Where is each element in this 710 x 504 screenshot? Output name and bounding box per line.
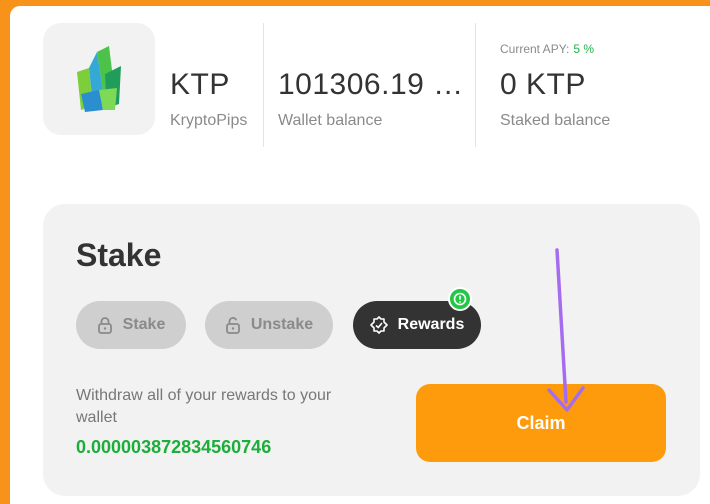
alert-icon xyxy=(453,292,467,306)
divider xyxy=(263,23,264,147)
green-crystal-icon xyxy=(77,46,121,112)
claim-button-label: Claim xyxy=(516,412,566,433)
wallet-balance-label: Wallet balance xyxy=(278,112,383,129)
page: KTP KryptoPips 101306.19 … Wallet balanc… xyxy=(10,6,710,504)
tab-unstake[interactable]: Unstake xyxy=(205,301,333,349)
unlock-icon xyxy=(225,317,240,334)
tab-unstake-label: Unstake xyxy=(250,316,314,333)
wallet-balance: 101306.19 … Wallet balance xyxy=(278,68,464,130)
reward-amount: 0.000003872834560746 xyxy=(76,437,272,457)
rewards-description: Withdraw all of your rewards to your wal… xyxy=(76,387,332,426)
token-name: KryptoPips xyxy=(170,112,248,129)
staked-balance: 0 KTP Staked balance xyxy=(500,68,610,130)
token-info: KTP KryptoPips xyxy=(170,68,247,130)
tab-stake[interactable]: Stake xyxy=(76,301,186,349)
apy-value: 5 % xyxy=(573,42,595,56)
wallet-balance-value: 101306.19 … xyxy=(278,68,464,101)
staked-balance-value: 0 KTP xyxy=(500,68,586,101)
token-logo xyxy=(43,23,155,135)
tab-rewards-label: Rewards xyxy=(397,316,465,333)
token-symbol: KTP xyxy=(170,68,230,101)
divider xyxy=(475,23,476,147)
staked-balance-label: Staked balance xyxy=(500,112,611,129)
apy-label: Current APY: xyxy=(500,42,570,56)
card-title: Stake xyxy=(76,237,162,273)
rewards-badge-icon xyxy=(369,316,388,334)
claim-button[interactable]: Claim xyxy=(416,384,666,462)
tab-rewards[interactable]: Rewards xyxy=(353,287,481,349)
current-apy: Current APY: 5 % xyxy=(500,42,594,56)
alert-badge xyxy=(448,287,472,311)
stake-card: Stake Stake Unstake Rewards Withdraw all… xyxy=(43,204,700,496)
tab-stake-label: Stake xyxy=(122,316,166,333)
lock-icon xyxy=(97,317,112,334)
